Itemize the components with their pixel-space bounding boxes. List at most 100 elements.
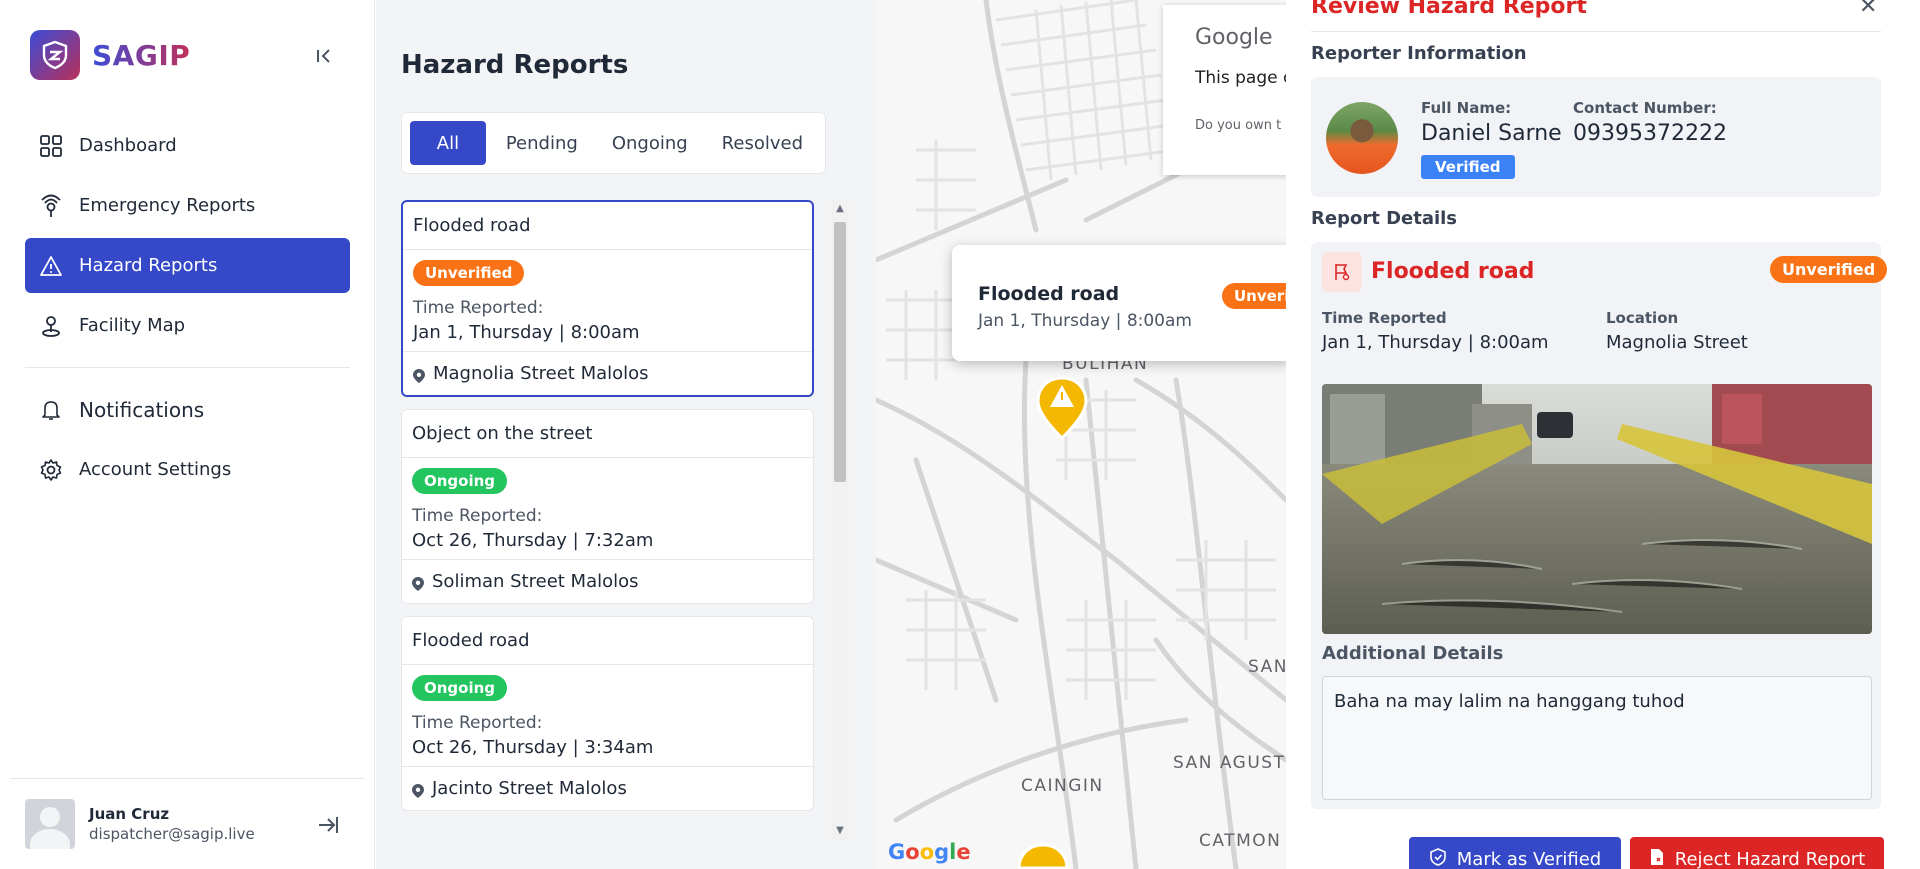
status-tabs: All Pending Ongoing Resolved: [401, 112, 826, 174]
review-panel: Review Hazard Report ✕ Reporter Informat…: [1286, 0, 1920, 869]
user-email: dispatcher@sagip.live: [89, 825, 255, 843]
google-error-dialog: Google This page c Do you own t: [1163, 5, 1286, 175]
logout-icon[interactable]: [316, 813, 340, 837]
location-value: Magnolia Street: [1606, 332, 1748, 353]
flag-icon: [1322, 252, 1362, 292]
contact-value: 09395372222: [1573, 121, 1727, 146]
hazard-title: Flooded road: [1371, 259, 1535, 284]
mark-verified-button[interactable]: Mark as Verified: [1409, 837, 1621, 869]
status-badge: Unverified: [1770, 256, 1888, 283]
contact-label: Contact Number:: [1573, 99, 1717, 117]
report-card[interactable]: Flooded road Unverified Time Reported: J…: [401, 200, 814, 397]
map-pin-icon: [39, 314, 63, 338]
location-text: Soliman Street Malolos: [432, 571, 639, 592]
tab-ongoing[interactable]: Ongoing: [598, 121, 702, 165]
details-heading: Report Details: [1311, 208, 1458, 229]
sidebar-item-label: Emergency Reports: [79, 195, 256, 216]
sidebar-item-label: Dashboard: [79, 135, 177, 156]
nav-divider: [25, 367, 350, 368]
button-label: Reject Hazard Report: [1674, 848, 1866, 869]
divider: [1311, 31, 1881, 32]
page-title: Hazard Reports: [401, 50, 629, 80]
location-pin-icon: [412, 782, 424, 798]
time-label: Time Reported: [1322, 309, 1447, 327]
tab-pending[interactable]: Pending: [492, 121, 592, 165]
warning-icon: [39, 254, 63, 278]
sidebar-item-facility-map[interactable]: Facility Map: [25, 298, 350, 353]
reporter-heading: Reporter Information: [1311, 43, 1527, 64]
map-info-popup[interactable]: Flooded road Jan 1, Thursday | 8:00am Un…: [952, 245, 1286, 361]
location-text: Jacinto Street Malolos: [432, 778, 627, 799]
sidebar-item-notifications[interactable]: Notifications: [25, 382, 350, 437]
google-watermark: Google: [888, 840, 971, 864]
reject-report-button[interactable]: Reject Hazard Report: [1630, 837, 1884, 869]
report-card[interactable]: Flooded road Ongoing Time Reported: Oct …: [401, 616, 814, 811]
shield-logo-icon: [30, 30, 80, 80]
sidebar-item-account-settings[interactable]: Account Settings: [25, 442, 350, 497]
hazard-list-panel: Hazard Reports All Pending Ongoing Resol…: [376, 0, 876, 869]
shield-check-icon: [1429, 847, 1447, 869]
report-list: Flooded road Unverified Time Reported: J…: [401, 200, 816, 840]
time-value: Jan 1, Thursday | 8:00am: [413, 322, 640, 343]
sidebar-nav: Dashboard Emergency Reports Hazard Repor…: [25, 118, 350, 502]
reject-file-icon: [1649, 848, 1665, 869]
map-area-label: CAINGIN: [1021, 776, 1104, 796]
list-scrollbar[interactable]: ▲ ▼: [831, 200, 849, 840]
user-name: Juan Cruz: [89, 805, 170, 823]
time-label: Time Reported:: [413, 298, 544, 318]
bell-icon: [39, 398, 63, 422]
reporter-avatar: [1326, 102, 1398, 174]
popup-time: Jan 1, Thursday | 8:00am: [978, 311, 1192, 331]
user-profile[interactable]: Juan Cruz dispatcher@sagip.live: [10, 778, 365, 869]
panel-title: Review Hazard Report: [1311, 0, 1587, 19]
sidebar-item-label: Facility Map: [79, 315, 186, 336]
time-value: Jan 1, Thursday | 8:00am: [1322, 332, 1549, 353]
reporter-card: Full Name: Daniel Sarne Verified Contact…: [1311, 77, 1881, 197]
hazard-photo[interactable]: [1322, 384, 1872, 634]
scroll-up-icon[interactable]: ▲: [831, 200, 849, 218]
dialog-question: Do you own t: [1195, 118, 1282, 133]
brand[interactable]: SAGIP: [30, 30, 190, 80]
close-icon[interactable]: ✕: [1859, 0, 1877, 19]
full-name-label: Full Name:: [1421, 99, 1512, 117]
collapse-sidebar-icon[interactable]: [312, 44, 336, 68]
sidebar-item-label: Notifications: [79, 397, 205, 422]
brand-name: SAGIP: [92, 38, 191, 72]
status-badge: Unverified: [413, 260, 525, 286]
gear-icon: [39, 458, 63, 482]
verified-badge: Verified: [1421, 155, 1515, 179]
map-area-label: CATMON: [1199, 831, 1282, 851]
hazard-map[interactable]: BULIHAN CAINGIN SAN AGUST SAN CATMON Goo…: [876, 0, 1286, 869]
sidebar-item-label: Account Settings: [79, 459, 232, 480]
hazard-marker[interactable]: [1017, 843, 1069, 869]
map-area-label: SAN: [1248, 657, 1286, 677]
location-label: Location: [1606, 309, 1679, 327]
sidebar-item-hazard-reports[interactable]: Hazard Reports: [25, 238, 350, 293]
report-details-card: Flooded road Unverified Time Reported Ja…: [1311, 242, 1888, 809]
report-title: Flooded road: [402, 617, 813, 665]
map-area-label: SAN AGUST: [1173, 753, 1286, 773]
time-label: Time Reported:: [412, 506, 543, 526]
scroll-down-icon[interactable]: ▼: [831, 822, 849, 840]
sidebar-item-dashboard[interactable]: Dashboard: [25, 118, 350, 173]
avatar: [25, 799, 75, 849]
additional-details-text: Baha na may lalim na hanggang tuhod: [1322, 676, 1872, 800]
time-value: Oct 26, Thursday | 3:34am: [412, 737, 654, 758]
report-title: Flooded road: [403, 202, 812, 250]
status-badge: Ongoing: [412, 675, 508, 701]
sidebar-item-label: Hazard Reports: [79, 255, 218, 276]
button-label: Mark as Verified: [1456, 848, 1602, 869]
location-pin-icon: [412, 575, 424, 591]
tab-resolved[interactable]: Resolved: [708, 121, 817, 165]
location-pin-icon: [413, 367, 425, 383]
report-card[interactable]: Object on the street Ongoing Time Report…: [401, 409, 814, 604]
scroll-thumb[interactable]: [834, 222, 846, 482]
sidebar: SAGIP Dashboard Emergency Reports Hazard…: [0, 0, 375, 869]
additional-details-label: Additional Details: [1322, 643, 1504, 664]
time-value: Oct 26, Thursday | 7:32am: [412, 530, 654, 551]
google-logo: Google: [1195, 25, 1273, 50]
sidebar-item-emergency-reports[interactable]: Emergency Reports: [25, 178, 350, 233]
tab-all[interactable]: All: [410, 121, 486, 165]
dialog-message: This page c: [1195, 68, 1286, 88]
full-name-value: Daniel Sarne: [1421, 121, 1562, 146]
